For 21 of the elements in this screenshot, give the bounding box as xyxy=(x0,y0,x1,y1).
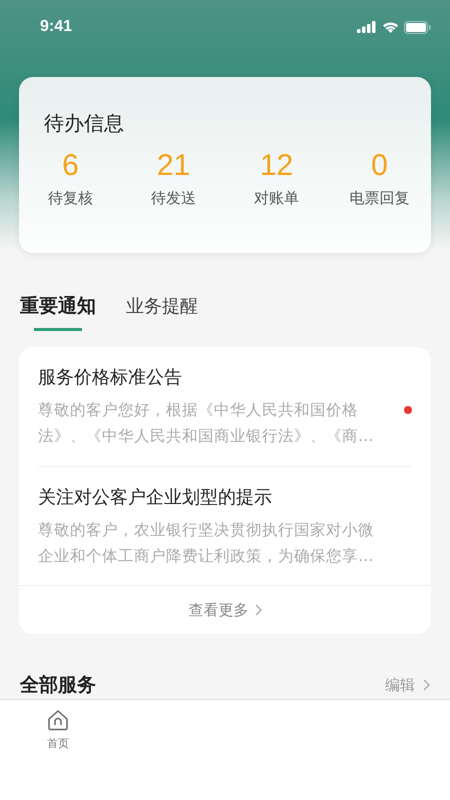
notice-tab[interactable]: 业务提醒 xyxy=(126,291,198,331)
unread-dot xyxy=(404,406,412,414)
wifi-icon xyxy=(382,21,399,33)
home-icon xyxy=(46,708,70,732)
nav-item[interactable]: 首页 xyxy=(38,700,78,756)
battery-icon xyxy=(404,20,431,34)
stat-item[interactable]: 6 待复核 xyxy=(19,149,122,208)
chevron-icon xyxy=(423,679,430,691)
stat-item[interactable]: 12 对账单 xyxy=(225,149,328,208)
stat-item[interactable]: 21 待发送 xyxy=(122,149,225,208)
signal-icon xyxy=(357,21,377,33)
chevron-icon xyxy=(254,604,262,616)
more-link[interactable]: 查看更多 xyxy=(188,600,262,620)
stat-item[interactable]: 0 电票回复 xyxy=(328,149,431,208)
notice-title[interactable]: 服务价格标准公告 xyxy=(38,365,412,389)
notice-summary: 尊敬的客户您好，根据《中华人民共和国价格法》、《中华人民共和国商业银行法》、《商… xyxy=(38,400,374,447)
notice-summary: 尊敬的客户，农业银行坚决贯彻执行国家对小微企业和个体工商户降费让利政策，为确保您享… xyxy=(38,520,375,567)
notice-title[interactable]: 关注对公客户企业划型的提示 xyxy=(38,485,412,509)
section-title: 全部服务 xyxy=(20,673,96,698)
card-title: 待办信息 xyxy=(44,110,125,137)
status-time: 9:41 xyxy=(40,18,72,36)
